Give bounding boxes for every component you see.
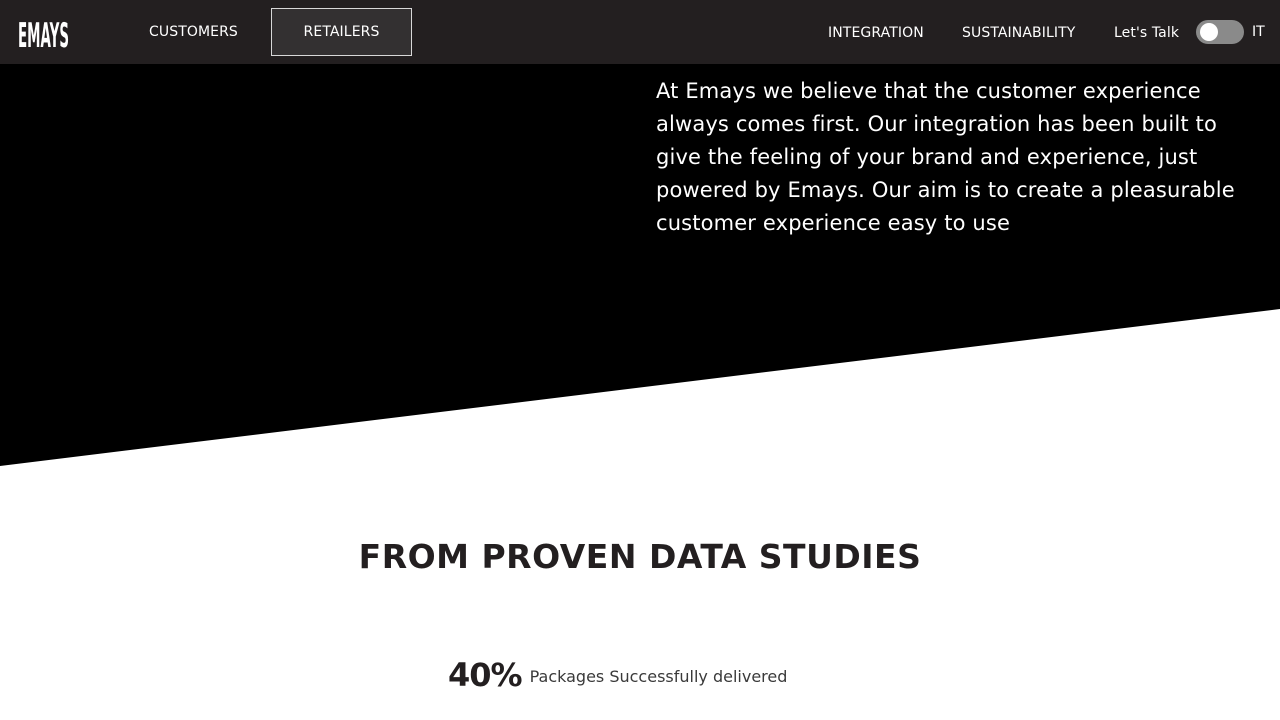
language-toggle-knob bbox=[1200, 23, 1218, 41]
language-label: IT bbox=[1252, 24, 1265, 40]
top-navbar: EMAYS CUSTOMERS RETAILERS INTEGRATION SU… bbox=[0, 0, 1280, 64]
nav-sustainability-link[interactable]: SUSTAINABILITY bbox=[962, 1, 1075, 65]
logo-text: EMAYS bbox=[18, 16, 69, 51]
emays-logo[interactable]: EMAYS bbox=[18, 13, 72, 51]
nav-customers-link[interactable]: CUSTOMERS bbox=[149, 0, 238, 64]
language-toggle[interactable] bbox=[1196, 20, 1244, 44]
hero-section: At Emays we believe that the customer ex… bbox=[0, 64, 1280, 466]
stat-value: 40% bbox=[448, 656, 523, 694]
nav-integration-link[interactable]: INTEGRATION bbox=[828, 1, 924, 65]
stat-label: Packages Successfully delivered bbox=[529, 666, 788, 686]
stats-section-title: FROM PROVEN DATA STUDIES bbox=[358, 537, 922, 576]
nav-lets-talk-link[interactable]: Let's Talk bbox=[1114, 1, 1179, 65]
emays-logo-graphic: EMAYS bbox=[18, 16, 69, 51]
nav-retailers-link[interactable]: RETAILERS bbox=[271, 8, 412, 56]
hero-paragraph: At Emays we believe that the customer ex… bbox=[656, 79, 1235, 235]
stat-item: 40% Packages Successfully delivered bbox=[448, 653, 787, 697]
